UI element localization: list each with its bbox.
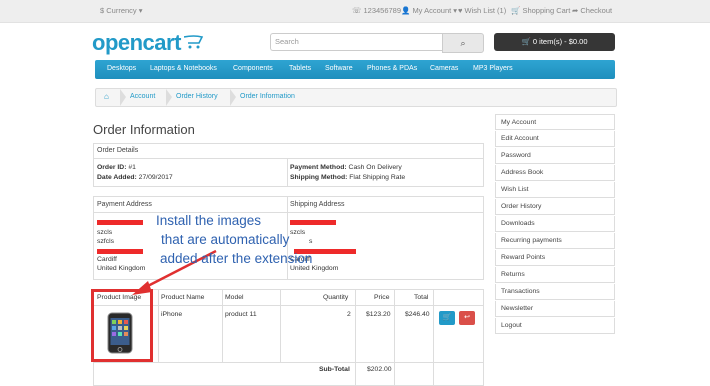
menu-item-software[interactable]: Software bbox=[325, 65, 353, 72]
order-id: Order ID: #1 bbox=[97, 164, 136, 171]
share-icon: ➦ bbox=[572, 6, 579, 15]
phone-link[interactable]: ☏ 123456789 bbox=[352, 6, 401, 15]
sidebar-item-downloads[interactable]: Downloads bbox=[495, 216, 615, 232]
menu-item-mp3[interactable]: MP3 Players bbox=[473, 65, 513, 72]
menu-item-tablets[interactable]: Tablets bbox=[289, 65, 311, 72]
reorder-button[interactable]: 🛒 bbox=[439, 311, 455, 325]
subtotal-value: $202.00 bbox=[367, 366, 392, 373]
redaction-bar bbox=[290, 220, 336, 225]
product-total: $246.40 bbox=[405, 311, 430, 318]
annotation-line-3: added after the extension bbox=[160, 251, 313, 266]
sidebar-item-returns[interactable]: Returns bbox=[495, 267, 615, 283]
payment-method: Payment Method: Cash On Delivery bbox=[290, 164, 402, 171]
annotation-line-2: that are automatically bbox=[161, 232, 290, 247]
phone-icon: ☏ bbox=[352, 6, 362, 15]
divider bbox=[94, 212, 483, 213]
annotation-line-1: Install the images bbox=[156, 213, 262, 228]
heart-icon: ♥ bbox=[458, 6, 463, 15]
sidebar-item-recurring-payments[interactable]: Recurring payments bbox=[495, 233, 615, 249]
sidebar-item-logout[interactable]: Logout bbox=[495, 318, 615, 334]
product-model: product 11 bbox=[225, 311, 257, 318]
shipping-method: Shipping Method: Flat Shipping Rate bbox=[290, 174, 406, 181]
payment-address-line: Cardiff bbox=[97, 256, 117, 263]
divider bbox=[94, 362, 483, 363]
shipping-address-line: United Kingdom bbox=[290, 265, 339, 272]
sidebar-item-password[interactable]: Password bbox=[495, 148, 615, 164]
logo-cart-icon bbox=[184, 35, 204, 49]
sidebar-item-reward-points[interactable]: Reward Points bbox=[495, 250, 615, 266]
sidebar-item-order-history[interactable]: Order History bbox=[495, 199, 615, 215]
sidebar-item-wish-list[interactable]: Wish List bbox=[495, 182, 615, 198]
breadcrumb-account[interactable]: Account bbox=[130, 93, 155, 100]
divider bbox=[394, 290, 395, 385]
cart-button[interactable]: 🛒 0 item(s) - $0.00 bbox=[494, 33, 615, 51]
divider bbox=[287, 158, 288, 186]
breadcrumb-order-information[interactable]: Order Information bbox=[240, 93, 295, 100]
checkout-link[interactable]: ➦ Checkout bbox=[572, 6, 612, 15]
shipping-address-line: s bbox=[309, 238, 313, 245]
column-header-total: Total bbox=[414, 294, 429, 301]
column-header-quantity: Quantity bbox=[323, 294, 349, 301]
search-icon: ⌕ bbox=[460, 38, 466, 48]
sidebar-item-edit-account[interactable]: Edit Account bbox=[495, 131, 615, 147]
product-price: $123.20 bbox=[366, 311, 391, 318]
divider bbox=[222, 290, 223, 362]
menu-item-phones[interactable]: Phones & PDAs bbox=[367, 65, 417, 72]
menu-item-cameras[interactable]: Cameras bbox=[430, 65, 458, 72]
sidebar-item-my-account[interactable]: My Account bbox=[495, 114, 615, 130]
top-bar: $ Currency ▾ ☏ 123456789 👤 My Account ▾ … bbox=[0, 0, 710, 23]
product-quantity: 2 bbox=[347, 311, 351, 318]
breadcrumb: ⌂ Account Order History Order Informatio… bbox=[95, 88, 617, 107]
divider bbox=[355, 290, 356, 385]
breadcrumb-separator bbox=[166, 89, 172, 106]
divider bbox=[94, 158, 483, 159]
shipping-address-header: Shipping Address bbox=[290, 201, 345, 208]
column-header-price: Price bbox=[374, 294, 390, 301]
payment-address-line: szcls bbox=[97, 229, 113, 236]
cart-icon: 🛒 bbox=[521, 37, 531, 46]
breadcrumb-order-history[interactable]: Order History bbox=[176, 93, 218, 100]
redaction-bar bbox=[97, 220, 143, 225]
sidebar-item-transactions[interactable]: Transactions bbox=[495, 284, 615, 300]
cart-icon: 🛒 bbox=[442, 314, 452, 321]
column-header-model: Model bbox=[225, 294, 244, 301]
wish-list-link[interactable]: ♥ Wish List (1) bbox=[458, 6, 506, 15]
order-details-header: Order Details bbox=[97, 147, 139, 154]
search-input[interactable]: Search bbox=[270, 33, 447, 51]
search-button[interactable]: ⌕ bbox=[442, 33, 484, 53]
breadcrumb-separator bbox=[230, 89, 236, 106]
reply-icon: ↩ bbox=[464, 314, 470, 321]
menu-item-components[interactable]: Components bbox=[233, 65, 273, 72]
divider bbox=[158, 290, 159, 362]
cart-icon: 🛒 bbox=[511, 6, 521, 15]
date-added: Date Added: 27/09/2017 bbox=[97, 174, 173, 181]
sidebar-item-newsletter[interactable]: Newsletter bbox=[495, 301, 615, 317]
store-logo[interactable]: opencart bbox=[92, 30, 204, 56]
subtotal-label: Sub-Total bbox=[319, 366, 350, 373]
breadcrumb-separator bbox=[120, 89, 126, 106]
home-icon[interactable]: ⌂ bbox=[104, 92, 109, 101]
page-title: Order Information bbox=[93, 122, 195, 137]
product-image[interactable] bbox=[107, 312, 133, 354]
currency-dropdown[interactable]: $ Currency ▾ bbox=[100, 6, 143, 15]
return-button[interactable]: ↩ bbox=[459, 311, 475, 325]
divider bbox=[433, 290, 434, 385]
shipping-address-line: szcls bbox=[290, 229, 306, 236]
menu-item-desktops[interactable]: Desktops bbox=[107, 65, 136, 72]
my-account-dropdown[interactable]: 👤 My Account ▾ bbox=[401, 6, 457, 15]
payment-address-header: Payment Address bbox=[97, 201, 152, 208]
payment-address-line: szfcls bbox=[97, 238, 114, 245]
shopping-cart-link[interactable]: 🛒 Shopping Cart bbox=[511, 6, 570, 15]
menu-item-laptops[interactable]: Laptops & Notebooks bbox=[150, 65, 217, 72]
user-icon: 👤 bbox=[401, 6, 411, 15]
sidebar-item-address-book[interactable]: Address Book bbox=[495, 165, 615, 181]
main-menu: Desktops Laptops & Notebooks Components … bbox=[95, 60, 615, 79]
divider bbox=[280, 290, 281, 362]
product-name[interactable]: iPhone bbox=[161, 311, 182, 318]
order-details-table: Order Details Order ID: #1 Date Added: 2… bbox=[93, 143, 484, 187]
